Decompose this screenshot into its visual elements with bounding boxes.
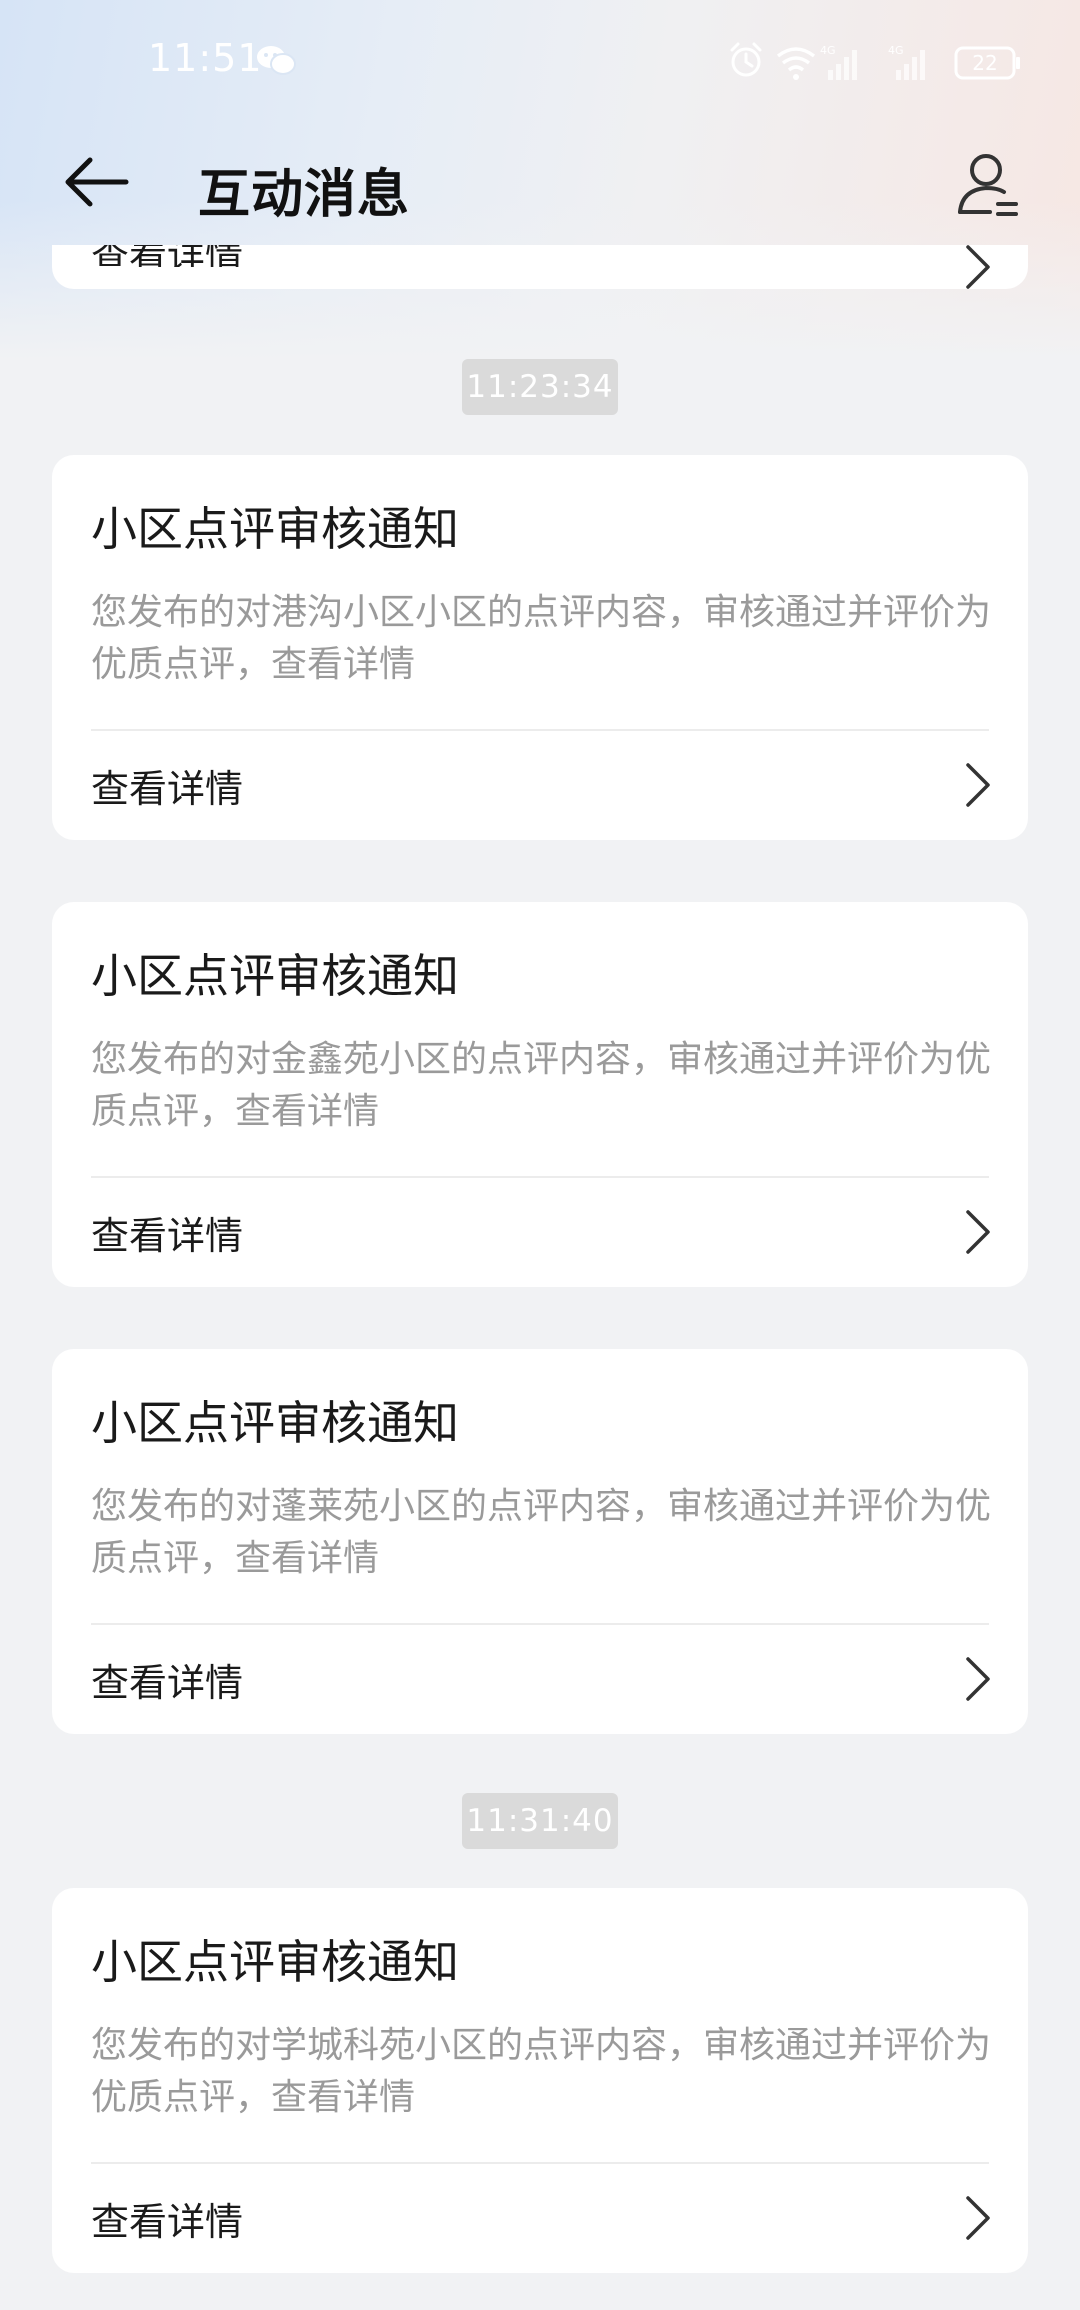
message-card[interactable]: 小区点评审核通知 您发布的对港沟小区小区的点评内容，审核通过并评价为优质点评，查… (52, 455, 1028, 840)
view-details-link[interactable]: 查看详情 (52, 1625, 1028, 1733)
signal-icon-1: 4G (820, 44, 857, 80)
status-bar: 11:51 4G 4G 22 (0, 0, 1080, 120)
view-details-label: 查看详情 (91, 2200, 244, 2244)
alarm-icon (730, 42, 762, 77)
message-card-partial[interactable]: 查看详情 (52, 245, 1028, 289)
message-list[interactable]: 查看详情 11:23:34 小区点评审核通知 您发布的对港沟小区小区的点评内容，… (0, 245, 1080, 2310)
chevron-right-icon (962, 1655, 992, 1703)
view-details-label: 查看详情 (91, 767, 244, 811)
app-header: 互动消息 (0, 120, 1080, 245)
svg-text:4G: 4G (888, 44, 904, 57)
view-details-link[interactable]: 查看详情 (52, 1178, 1028, 1286)
message-title: 小区点评审核通知 (91, 1935, 459, 1989)
svg-text:4G: 4G (820, 44, 836, 57)
status-time: 11:51 (148, 36, 263, 80)
message-card[interactable]: 小区点评审核通知 您发布的对蓬莱苑小区的点评内容，审核通过并评价为优质点评，查看… (52, 1349, 1028, 1734)
message-title: 小区点评审核通知 (91, 1396, 459, 1450)
wechat-icon (256, 44, 296, 76)
message-body: 您发布的对蓬莱苑小区的点评内容，审核通过并评价为优质点评，查看详情 (91, 1486, 992, 1579)
chevron-right-icon (962, 1208, 992, 1256)
view-details-label: 查看详情 (91, 1214, 244, 1258)
timestamp-badge: 11:23:34 (462, 359, 618, 415)
chevron-right-icon (962, 761, 992, 809)
message-card[interactable]: 小区点评审核通知 您发布的对金鑫苑小区的点评内容，审核通过并评价为优质点评，查看… (52, 902, 1028, 1287)
status-icons: 4G 4G 22 (728, 40, 1028, 84)
message-card[interactable]: 小区点评审核通知 您发布的对学城科苑小区的点评内容，审核通过并评价为优质点评，查… (52, 1888, 1028, 2273)
battery-icon: 22 (954, 46, 1020, 80)
message-title: 小区点评审核通知 (91, 949, 459, 1003)
view-details-link[interactable]: 查看详情 (52, 2164, 1028, 2272)
view-details-link[interactable]: 查看详情 (52, 731, 1028, 839)
wifi-icon (776, 47, 816, 80)
view-details-label: 查看详情 (91, 1661, 244, 1705)
back-arrow-icon[interactable] (60, 150, 132, 214)
page-title: 互动消息 (198, 165, 411, 225)
timestamp-badge: 11:31:40 (462, 1793, 618, 1849)
view-details-label: 查看详情 (91, 245, 244, 267)
message-body: 您发布的对金鑫苑小区的点评内容，审核通过并评价为优质点评，查看详情 (91, 1039, 992, 1132)
signal-icon-2: 4G (888, 44, 925, 80)
chevron-right-icon (962, 245, 992, 291)
message-body: 您发布的对学城科苑小区的点评内容，审核通过并评价为优质点评，查看详情 (91, 2025, 992, 2118)
svg-text:22: 22 (972, 51, 997, 75)
chevron-right-icon (962, 2194, 992, 2242)
user-settings-icon[interactable] (950, 148, 1026, 224)
message-body: 您发布的对港沟小区小区的点评内容，审核通过并评价为优质点评，查看详情 (91, 592, 992, 685)
message-title: 小区点评审核通知 (91, 502, 459, 556)
